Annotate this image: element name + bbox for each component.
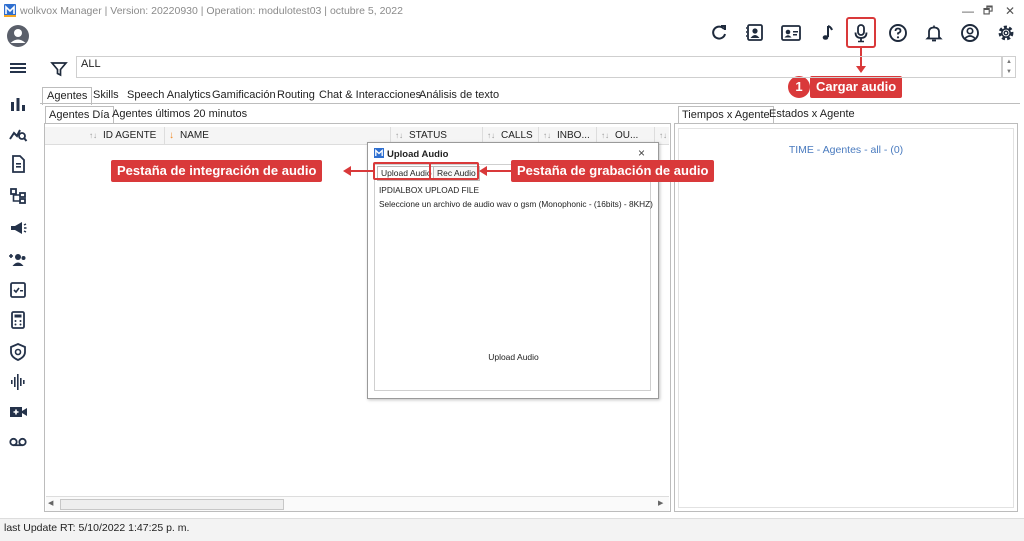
rec-tab-highlight (429, 162, 479, 180)
times-chart-area (678, 128, 1014, 508)
filter-spinner[interactable]: ▲ ▼ (1002, 56, 1016, 78)
id-card-icon[interactable] (780, 22, 802, 44)
scroll-left-icon[interactable]: ◀ (48, 499, 53, 507)
subtab-agentes-dia[interactable]: Agentes Día (45, 106, 114, 123)
contact-card-icon[interactable] (744, 22, 766, 44)
dialog-title: Upload Audio (387, 149, 449, 160)
close-window-button[interactable]: ✕ (1002, 3, 1018, 19)
tab-gamificacion[interactable]: Gamificación (212, 87, 276, 103)
notification-bell-icon[interactable] (923, 22, 945, 44)
calculator-icon[interactable] (8, 310, 28, 330)
scroll-right-icon[interactable]: ▶ (658, 499, 663, 507)
minimize-button[interactable]: — (960, 3, 976, 19)
refresh-icon[interactable] (708, 22, 730, 44)
menu-icon[interactable] (8, 58, 28, 78)
window-title: wolkvox Manager | Version: 20220930 | Op… (20, 5, 403, 17)
subtab-estados-x-agente[interactable]: Estados x Agente (769, 106, 855, 122)
callout-integracion-audio: Pestaña de integración de audio (111, 160, 323, 182)
audio-wave-icon[interactable] (8, 372, 28, 392)
analytics-search-icon[interactable] (8, 124, 28, 144)
scrollbar-thumb[interactable] (60, 499, 284, 510)
add-users-icon[interactable] (8, 250, 28, 270)
tab-chat-interacciones[interactable]: Chat & Interacciones (319, 87, 421, 103)
subtab-tiempos-x-agente[interactable]: Tiempos x Agente (678, 106, 774, 123)
microphone-icon[interactable] (850, 22, 872, 44)
bar-chart-icon[interactable] (8, 94, 28, 114)
upload-audio-drop-area[interactable]: Upload Audio (375, 352, 652, 362)
app-logo-icon (4, 4, 16, 17)
restore-button[interactable]: 🗗 (980, 3, 996, 19)
video-add-icon[interactable] (8, 402, 28, 422)
col-id-agente[interactable]: ↑↓ ID AGENTE (85, 127, 165, 144)
callout-cargar-audio: Cargar audio (810, 76, 903, 98)
dialog-close-button[interactable]: × (638, 146, 645, 160)
callout-arrow-integracion (343, 165, 373, 177)
help-icon[interactable] (887, 22, 909, 44)
horizontal-scrollbar[interactable]: ◀ ▶ (46, 496, 669, 511)
security-shield-icon[interactable] (8, 342, 28, 362)
tabs-divider (40, 103, 1020, 104)
filter-icon[interactable] (50, 60, 68, 78)
tab-analisis-de-texto[interactable]: Análisis de texto (419, 87, 499, 103)
account-icon[interactable] (959, 22, 981, 44)
time-agents-label: TIME - Agentes - all - (0) (788, 144, 904, 156)
tab-routing[interactable]: Routing (277, 87, 315, 103)
upload-heading: IPDIALBOX UPLOAD FILE (379, 185, 480, 195)
hierarchy-icon[interactable] (8, 186, 28, 206)
dialog-content: Upload Audio Rec Audio IPDIALBOX UPLOAD … (374, 164, 653, 391)
document-icon[interactable] (8, 154, 28, 174)
upload-tab-highlight (373, 162, 431, 180)
callout-arrow-grabacion (479, 165, 511, 177)
settings-gear-icon[interactable] (995, 22, 1017, 44)
voicemail-icon[interactable] (8, 432, 28, 452)
music-note-icon[interactable] (816, 22, 838, 44)
col-name[interactable]: ↓ NAME (165, 127, 391, 144)
tab-speech-analytics[interactable]: Speech Analytics (127, 87, 211, 103)
checklist-icon[interactable] (8, 280, 28, 300)
callout-grabacion-audio: Pestaña de grabación de audio (511, 160, 715, 182)
last-update-text: last Update RT: 5/10/2022 1:47:25 p. m. (4, 522, 190, 534)
step-number-badge: 1 (788, 76, 810, 98)
tab-skills[interactable]: Skills (93, 87, 119, 103)
subtab-agentes-ultimos-20[interactable]: Agentes últimos 20 minutos (112, 106, 247, 122)
dialog-logo-icon (374, 148, 384, 158)
user-avatar-icon[interactable] (6, 24, 30, 48)
filter-input[interactable]: ALL (76, 56, 1002, 78)
sidebar (0, 22, 36, 518)
megaphone-icon[interactable] (8, 218, 28, 238)
upload-instructions: Seleccione un archivo de audio wav o gsm… (379, 199, 653, 209)
